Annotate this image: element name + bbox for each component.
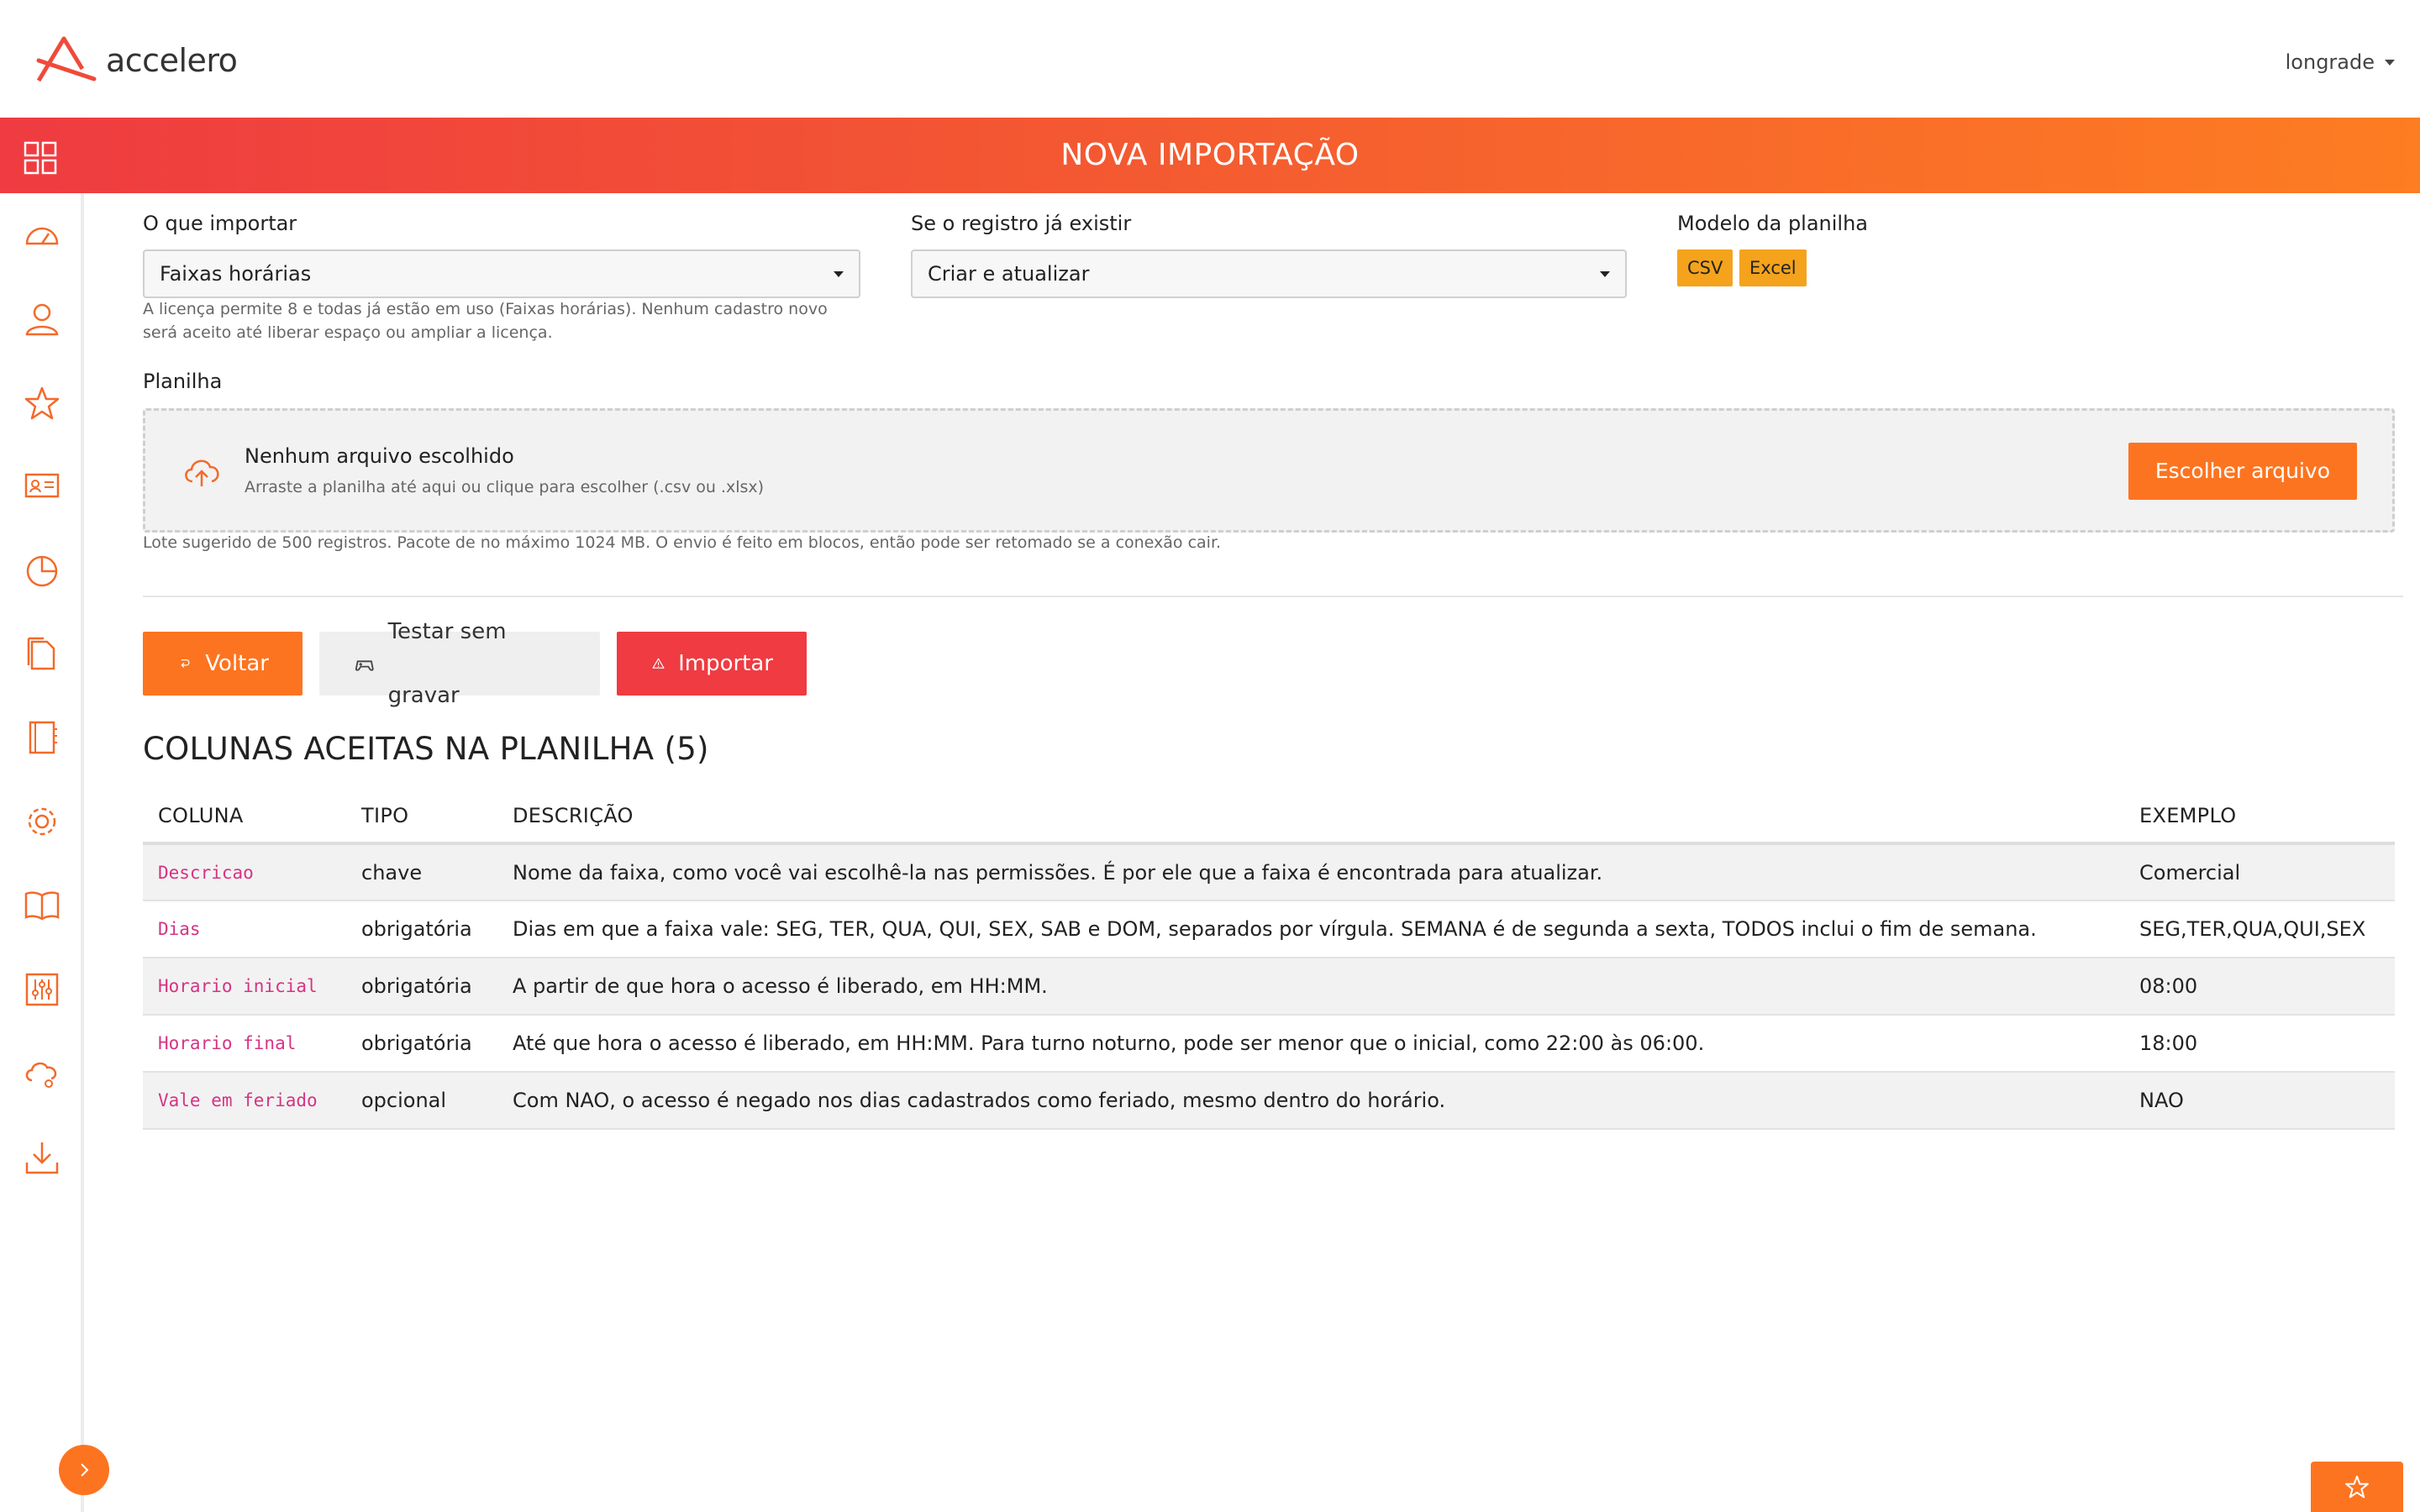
sidebar-item-dashboard[interactable] [24, 218, 60, 255]
cell-coluna: Descricao [143, 843, 346, 901]
import-button-label: Importar [678, 651, 773, 676]
chevron-down-icon [2385, 59, 2395, 66]
test-without-saving-button[interactable]: Testar sem gravar [319, 619, 600, 708]
sidebar-item-documents[interactable] [24, 635, 60, 672]
accelero-logo-icon [36, 36, 97, 82]
notebook-icon [29, 721, 57, 754]
cell-tipo: obrigatória [346, 900, 497, 958]
gamepad-icon [355, 660, 374, 671]
sidebar-item-download[interactable] [24, 1139, 60, 1176]
user-menu[interactable]: longrade [2286, 50, 2395, 74]
column-header-exemplo: EXEMPLO [2124, 790, 2395, 845]
cell-coluna: Horario inicial [143, 958, 346, 1016]
sidebar-expand-button[interactable] [59, 1445, 109, 1495]
cell-exemplo: Comercial [2124, 843, 2395, 901]
upload-note: Lote sugerido de 500 registros. Pacote d… [143, 533, 1222, 552]
documents-icon [27, 637, 55, 670]
file-dropzone[interactable]: Nenhum arquivo escolhido Arraste a plani… [143, 408, 2395, 533]
table-row: Descricao chave Nome da faixa, como você… [143, 843, 2395, 901]
back-button-label: Voltar [205, 651, 269, 676]
sidebar-item-settings[interactable] [24, 803, 60, 840]
sidebar-item-manual[interactable] [24, 887, 60, 924]
what-to-import-label: O que importar [143, 212, 297, 235]
sidebar-item-reports[interactable] [24, 551, 60, 588]
cell-descricao: A partir de que hora o acesso é liberado… [497, 958, 2124, 1016]
page-banner: NOVA IMPORTAÇÃO [0, 118, 2420, 193]
gear-icon [28, 807, 56, 836]
accelero-logo[interactable]: accelero [35, 35, 238, 86]
choose-file-button[interactable]: Escolher arquivo [2128, 443, 2357, 500]
sidebar-item-cloud[interactable] [24, 1055, 60, 1092]
return-arrow-icon [181, 659, 190, 668]
divider [143, 596, 2403, 597]
sidebar-item-favorites[interactable] [24, 385, 60, 422]
chevron-right-icon [81, 1463, 89, 1477]
columns-section-title: COLUNAS ACEITAS NA PLANILHA (5) [143, 731, 709, 767]
table-row: Dias obrigatória Dias em que a faixa val… [143, 900, 2395, 958]
cell-descricao: Até que hora o acesso é liberado, em HH:… [497, 1015, 2124, 1073]
template-excel-button[interactable]: Excel [1739, 249, 1807, 286]
sidebar-item-notebook[interactable] [24, 719, 60, 756]
column-header-coluna: COLUNA [143, 790, 346, 845]
user-name: longrade [2285, 50, 2375, 74]
import-button[interactable]: Importar [617, 632, 807, 696]
cell-exemplo: 08:00 [2124, 958, 2395, 1016]
sidebar-item-users[interactable] [24, 301, 60, 338]
cell-tipo: obrigatória [346, 958, 497, 1016]
template-csv-button[interactable]: CSV [1677, 249, 1733, 286]
download-icon [25, 1142, 59, 1174]
table-row: Horario inicial obrigatória A partir de … [143, 958, 2395, 1016]
sliders-icon [25, 973, 59, 1006]
table-header-row: COLUNA TIPO DESCRIÇÃO EXEMPLO [143, 790, 2395, 845]
if-exists-select[interactable]: Criar e atualizar [911, 249, 1627, 298]
cell-tipo: chave [346, 843, 497, 901]
chevron-down-icon [1600, 271, 1610, 277]
id-card-icon [24, 473, 60, 498]
what-to-import-select[interactable]: Faixas horárias [143, 249, 860, 298]
cell-descricao: Nome da faixa, como você vai escolhê-la … [497, 843, 2124, 901]
cell-coluna: Horario final [143, 1015, 346, 1073]
cell-descricao: Dias em que a faixa vale: SEG, TER, QUA,… [497, 900, 2124, 958]
test-button-label: Testar sem gravar [387, 619, 507, 708]
star-icon [2345, 1475, 2369, 1499]
sidebar-item-adjustments[interactable] [24, 971, 60, 1008]
column-header-descricao: DESCRIÇÃO [497, 790, 2124, 845]
dropzone-title: Nenhum arquivo escolhido [245, 444, 514, 468]
table-row: Horario final obrigatória Até que hora o… [143, 1015, 2395, 1073]
cell-tipo: opcional [346, 1072, 497, 1130]
cloud-upload-icon [185, 459, 219, 486]
cell-tipo: obrigatória [346, 1015, 497, 1073]
cloud-settings-icon [25, 1062, 57, 1088]
top-header: accelero longrade [0, 0, 2420, 118]
columns-table: COLUNA TIPO DESCRIÇÃO EXEMPLO Descricao … [143, 790, 2395, 1130]
cell-exemplo: SEG,TER,QUA,QUI,SEX [2124, 900, 2395, 958]
brand-name: accelero [106, 42, 238, 79]
dashboard-gauge-icon [25, 227, 59, 245]
template-label: Modelo da planilha [1677, 212, 1869, 235]
star-icon [24, 386, 60, 420]
cell-coluna: Vale em feriado [143, 1072, 346, 1130]
spreadsheet-label: Planilha [143, 370, 223, 393]
user-icon [25, 303, 59, 336]
cell-exemplo: 18:00 [2124, 1015, 2395, 1073]
cell-descricao: Com NAO, o acesso é negado nos dias cada… [497, 1072, 2124, 1130]
if-exists-label: Se o registro já existir [911, 212, 1132, 235]
pie-chart-icon [26, 555, 58, 587]
dropzone-subtitle: Arraste a planilha até aqui ou clique pa… [245, 478, 765, 496]
sidebar-item-cards[interactable] [24, 467, 60, 504]
warning-icon [652, 658, 665, 669]
if-exists-value: Criar e atualizar [928, 262, 1090, 286]
column-header-tipo: TIPO [346, 790, 497, 845]
book-icon [24, 891, 60, 921]
cell-coluna: Dias [143, 900, 346, 958]
what-to-import-value: Faixas horárias [160, 262, 312, 286]
sidebar [0, 193, 84, 1512]
page-title: NOVA IMPORTAÇÃO [1060, 138, 1360, 172]
favorite-page-button[interactable] [2311, 1462, 2403, 1512]
back-button[interactable]: Voltar [143, 632, 302, 696]
license-help-text: A licença permite 8 e todas já estão em … [143, 300, 828, 342]
table-row: Vale em feriado opcional Com NAO, o aces… [143, 1072, 2395, 1130]
chevron-down-icon [834, 271, 844, 277]
cell-exemplo: NAO [2124, 1072, 2395, 1130]
